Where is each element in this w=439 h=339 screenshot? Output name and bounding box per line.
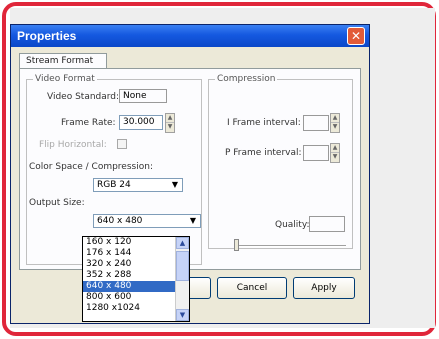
dropdown-option[interactable]: 176 x 144 — [83, 248, 175, 259]
tab-panel: Video Format Video Standard: None Frame … — [19, 68, 361, 270]
color-space-select[interactable]: RGB 24 ▼ — [93, 178, 183, 192]
pframe-interval-label: P Frame interval: — [225, 148, 302, 158]
spin-up-icon[interactable]: ▲ — [166, 114, 174, 123]
video-standard-value: None — [119, 89, 167, 103]
spin-down-icon[interactable]: ▼ — [331, 153, 339, 162]
iframe-interval-spinner[interactable]: ▲ ▼ — [330, 113, 340, 133]
tab-stream-format[interactable]: Stream Format — [19, 53, 107, 69]
video-format-label: Video Format — [33, 74, 97, 84]
quality-input[interactable] — [309, 216, 345, 232]
dropdown-items: 160 x 120 176 x 144 320 x 240 352 x 288 640 … — [83, 237, 189, 314]
pframe-interval-spinner[interactable]: ▲ ▼ — [330, 143, 340, 163]
dropdown-option[interactable]: 352 x 288 — [83, 270, 175, 281]
dropdown-option[interactable]: 160 x 120 — [83, 237, 175, 248]
dialog-title: Properties — [17, 29, 77, 43]
output-size-label: Output Size: — [29, 198, 85, 208]
quality-slider-thumb[interactable] — [234, 239, 239, 251]
iframe-interval-input[interactable] — [303, 115, 329, 131]
chevron-down-icon[interactable]: ▼ — [169, 180, 181, 190]
iframe-interval-label: I Frame interval: — [227, 118, 301, 128]
color-space-value: RGB 24 — [97, 180, 131, 190]
frame-rate-input[interactable]: 30.000 — [119, 115, 163, 130]
spin-down-icon[interactable]: ▼ — [166, 123, 174, 132]
frame-rate-spinner[interactable]: ▲ ▼ — [165, 113, 175, 133]
title-bar[interactable]: Properties ✕ — [11, 25, 369, 47]
compression-group: Compression I Frame interval: ▲ ▼ P Fram… — [208, 74, 353, 249]
compression-label: Compression — [215, 74, 278, 84]
output-size-value: 640 x 480 — [97, 216, 143, 226]
properties-dialog: Properties ✕ Stream Format Video Format … — [10, 24, 370, 324]
output-size-select[interactable]: 640 x 480 ▼ — [93, 214, 201, 228]
dropdown-option[interactable]: 1280 x1024 — [83, 303, 175, 314]
flip-horizontal-checkbox[interactable] — [117, 139, 127, 149]
spin-up-icon[interactable]: ▲ — [331, 114, 339, 123]
frame-rate-label: Frame Rate: — [61, 118, 116, 128]
scroll-thumb[interactable] — [176, 251, 189, 281]
dropdown-option[interactable]: 640 x 480 — [83, 281, 175, 292]
quality-label: Quality: — [275, 220, 310, 230]
chevron-down-icon[interactable]: ▼ — [187, 216, 199, 226]
chevron-up-icon[interactable]: ▲ — [176, 237, 189, 249]
spin-up-icon[interactable]: ▲ — [331, 144, 339, 153]
dropdown-option[interactable]: 800 x 600 — [83, 292, 175, 303]
dropdown-option[interactable]: 320 x 240 — [83, 259, 175, 270]
pframe-interval-input[interactable] — [303, 145, 329, 161]
color-space-label: Color Space / Compression: — [29, 162, 153, 172]
chevron-down-icon[interactable]: ▼ — [176, 309, 189, 321]
dropdown-scrollbar[interactable]: ▲ ▼ — [175, 237, 189, 321]
quality-slider-track[interactable] — [236, 245, 346, 247]
flip-horizontal-label: Flip Horizontal: — [39, 140, 107, 150]
cancel-button[interactable]: Cancel — [217, 277, 287, 299]
video-standard-label: Video Standard: — [47, 92, 120, 102]
close-icon[interactable]: ✕ — [347, 27, 365, 45]
spin-down-icon[interactable]: ▼ — [331, 123, 339, 132]
apply-button[interactable]: Apply — [293, 277, 355, 299]
output-size-dropdown-list[interactable]: 160 x 120 176 x 144 320 x 240 352 x 288 640 … — [82, 236, 190, 322]
